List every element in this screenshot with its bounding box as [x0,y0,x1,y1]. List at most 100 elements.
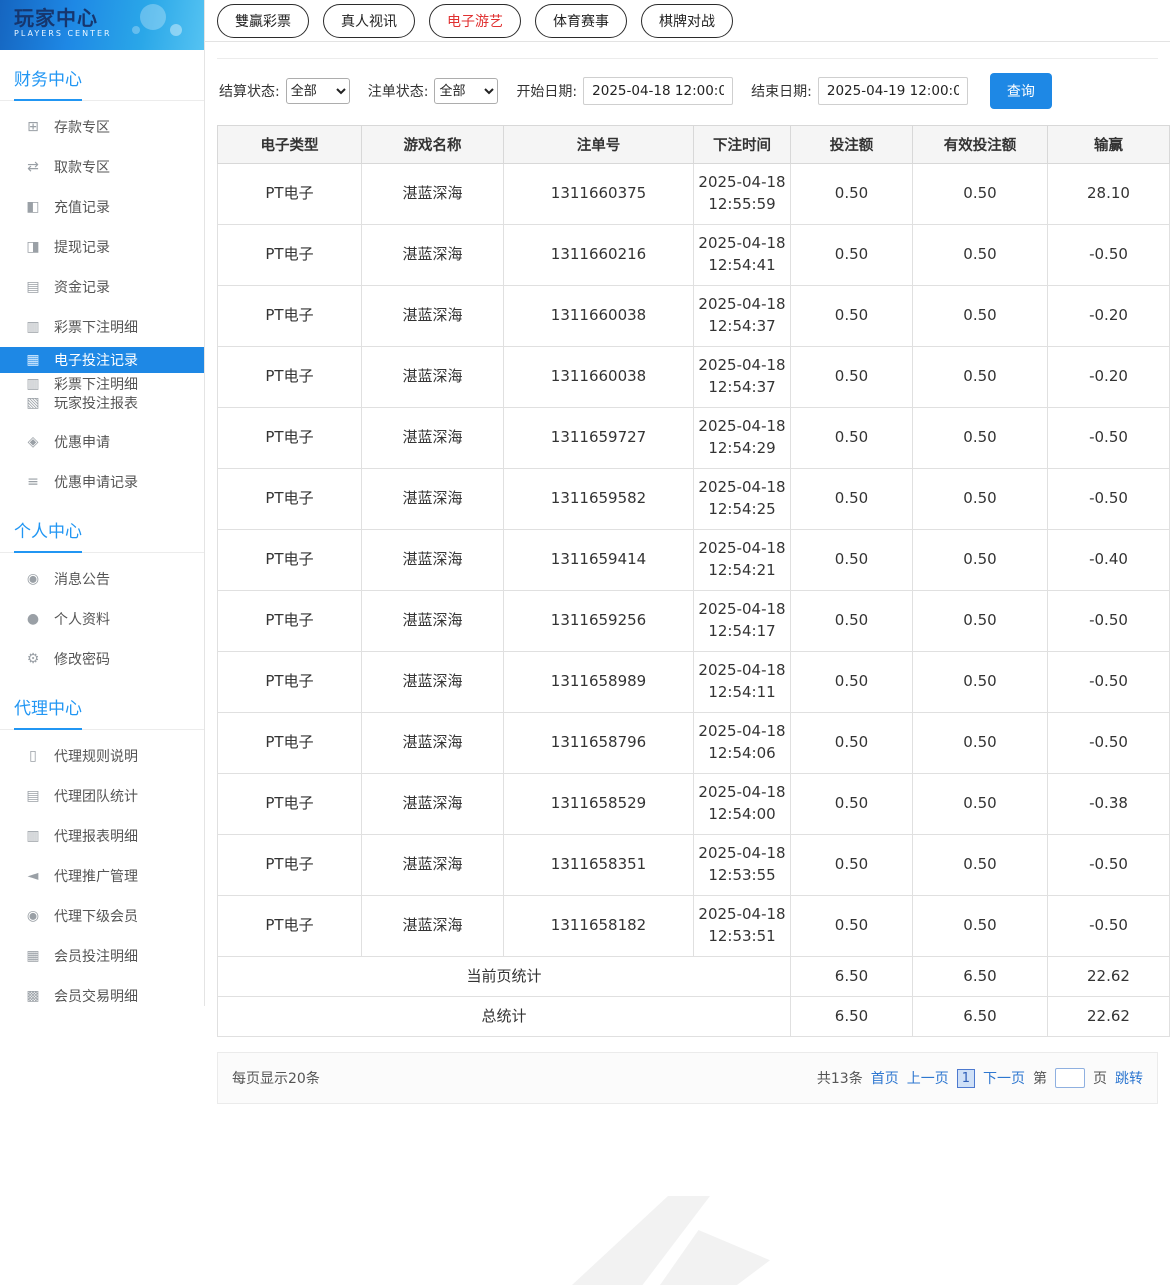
sidebar-item[interactable]: ≡ 优惠申请记录 [0,462,204,502]
settle-status-select[interactable]: 全部 [286,78,350,104]
sidebar-item[interactable]: ▩ 会员交易明细 [0,976,204,1016]
message-announcement-icon: ◉ [25,571,41,587]
cell-order-number: 1311658989 [504,652,694,713]
total-summary-label: 总统计 [218,997,791,1037]
promo-apply-record-icon: ≡ [25,474,41,490]
cell-order-number: 1311659256 [504,591,694,652]
sidebar-item[interactable]: ◧ 充值记录 [0,187,204,227]
sidebar-item[interactable]: ▦ 电子投注记录 [0,347,204,373]
category-tab[interactable]: 雙贏彩票 [217,4,309,38]
page: 玩家中心 PLAYERS CENTER 财务中心 ⊞ 存款专区 ⇄ 取款专区 ◧… [0,0,1170,1285]
cell-winloss: -0.20 [1048,286,1170,347]
sidebar-item[interactable]: ▯ 代理规则说明 [0,736,204,776]
settle-status-label: 结算状态: [219,81,280,101]
cell-bet-amount: 0.50 [791,225,913,286]
cell-valid-bet: 0.50 [913,591,1048,652]
member-bet-detail-icon: ▦ [25,948,41,964]
order-status-label: 注单状态: [368,81,429,101]
cell-bet-amount: 0.50 [791,347,913,408]
cell-bet-amount: 0.50 [791,530,913,591]
cell-winloss: -0.50 [1048,896,1170,957]
cell-winloss: -0.50 [1048,469,1170,530]
sidebar-item[interactable]: ⇄ 取款专区 [0,147,204,187]
sidebar-item[interactable]: ◄ 代理推广管理 [0,856,204,896]
sidebar-item[interactable]: ⊞ 存款专区 [0,107,204,147]
cell-game-name: 湛蓝深海 [362,164,504,225]
cell-bet-amount: 0.50 [791,469,913,530]
withdraw-icon: ⇄ [25,159,41,175]
cell-winloss: -0.50 [1048,713,1170,774]
sidebar-item[interactable]: ▤ 代理团队统计 [0,776,204,816]
category-tab[interactable]: 体育赛事 [535,4,627,38]
column-header: 输赢 [1048,126,1170,164]
query-button[interactable]: 查询 [990,73,1052,109]
sidebar-item[interactable]: ▦ 会员投注明细 [0,936,204,976]
column-header: 注单号 [504,126,694,164]
cell-order-number: 1311659414 [504,530,694,591]
category-tab[interactable]: 电子游艺 [429,4,521,38]
cell-bet-time: 2025-04-1812:53:51 [694,896,791,957]
filter-bar: 结算状态: 全部 注单状态: 全部 开始日期: 结束日期: 查询 [217,58,1158,125]
end-date-group: 结束日期: [751,77,968,105]
table-row: PT电子 湛蓝深海 1311658529 2025-04-1812:54:00 … [218,774,1170,835]
cell-game-name: 湛蓝深海 [362,286,504,347]
sidebar-item[interactable]: ▧ 玩家投注报表 [0,392,204,414]
sidebar-item[interactable]: ⚙ 修改密码 [0,639,204,679]
table-row: PT电子 湛蓝深海 1311659727 2025-04-1812:54:29 … [218,408,1170,469]
cell-valid-bet: 0.50 [913,469,1048,530]
cell-game-name: 湛蓝深海 [362,713,504,774]
sidebar-item[interactable]: ◨ 提现记录 [0,227,204,267]
cell-order-number: 1311658351 [504,835,694,896]
cell-bet-amount: 0.50 [791,591,913,652]
order-status-select[interactable]: 全部 [434,78,498,104]
cell-game-name: 湛蓝深海 [362,835,504,896]
cell-bet-amount: 0.50 [791,408,913,469]
cell-winloss: -0.40 [1048,530,1170,591]
cell-bet-amount: 0.50 [791,896,913,957]
start-date-input[interactable] [583,77,733,105]
cell-game-name: 湛蓝深海 [362,896,504,957]
table-row: PT电子 湛蓝深海 1311660038 2025-04-1812:54:37 … [218,286,1170,347]
cell-bet-time: 2025-04-1812:54:11 [694,652,791,713]
sidebar-item[interactable]: ▤ 资金记录 [0,267,204,307]
first-page-link[interactable]: 首页 [871,1068,899,1088]
cell-game-type: PT电子 [218,408,362,469]
cell-order-number: 1311660038 [504,286,694,347]
next-page-link[interactable]: 下一页 [983,1068,1025,1088]
cell-bet-amount: 0.50 [791,286,913,347]
prev-page-link[interactable]: 上一页 [907,1068,949,1088]
cell-order-number: 1311658796 [504,713,694,774]
decor-bubble [140,4,166,30]
sidebar-item[interactable]: ▥ 代理报表明细 [0,816,204,856]
page-jump-input[interactable] [1055,1068,1085,1088]
cell-bet-time: 2025-04-1812:54:06 [694,713,791,774]
cell-bet-time: 2025-04-1812:54:00 [694,774,791,835]
total-summary-bet: 6.50 [791,997,913,1037]
sidebar-item[interactable]: ◈ 优惠申请 [0,422,204,462]
per-page-label: 每页显示20条 [232,1068,320,1088]
settle-status-group: 结算状态: 全部 [219,78,350,104]
category-tab[interactable]: 棋牌对战 [641,4,733,38]
app-logo: 玩家中心 PLAYERS CENTER [0,0,204,50]
change-password-icon: ⚙ [25,651,41,667]
current-page[interactable]: 1 [957,1069,975,1088]
column-header: 下注时间 [694,126,791,164]
sidebar-section-title: 个人中心 [0,502,204,553]
cell-winloss: -0.50 [1048,652,1170,713]
sidebar-item[interactable]: ◉ 消息公告 [0,559,204,599]
jump-link[interactable]: 跳转 [1115,1068,1143,1088]
cell-bet-time: 2025-04-1812:54:37 [694,286,791,347]
category-tab[interactable]: 真人视讯 [323,4,415,38]
sidebar-item[interactable]: ▥ 彩票下注明细 [0,307,204,347]
sidebar-item[interactable]: ● 个人资料 [0,599,204,639]
lottery-bet-detail-icon: ▥ [25,319,41,335]
sidebar: 玩家中心 PLAYERS CENTER 财务中心 ⊞ 存款专区 ⇄ 取款专区 ◧… [0,0,205,1006]
column-header: 电子类型 [218,126,362,164]
end-date-label: 结束日期: [751,81,812,101]
end-date-input[interactable] [818,77,968,105]
cell-game-type: PT电子 [218,896,362,957]
sidebar-item[interactable]: ◉ 代理下级会员 [0,896,204,936]
cell-order-number: 1311658529 [504,774,694,835]
agent-sub-members-icon: ◉ [25,908,41,924]
cell-order-number: 1311659582 [504,469,694,530]
